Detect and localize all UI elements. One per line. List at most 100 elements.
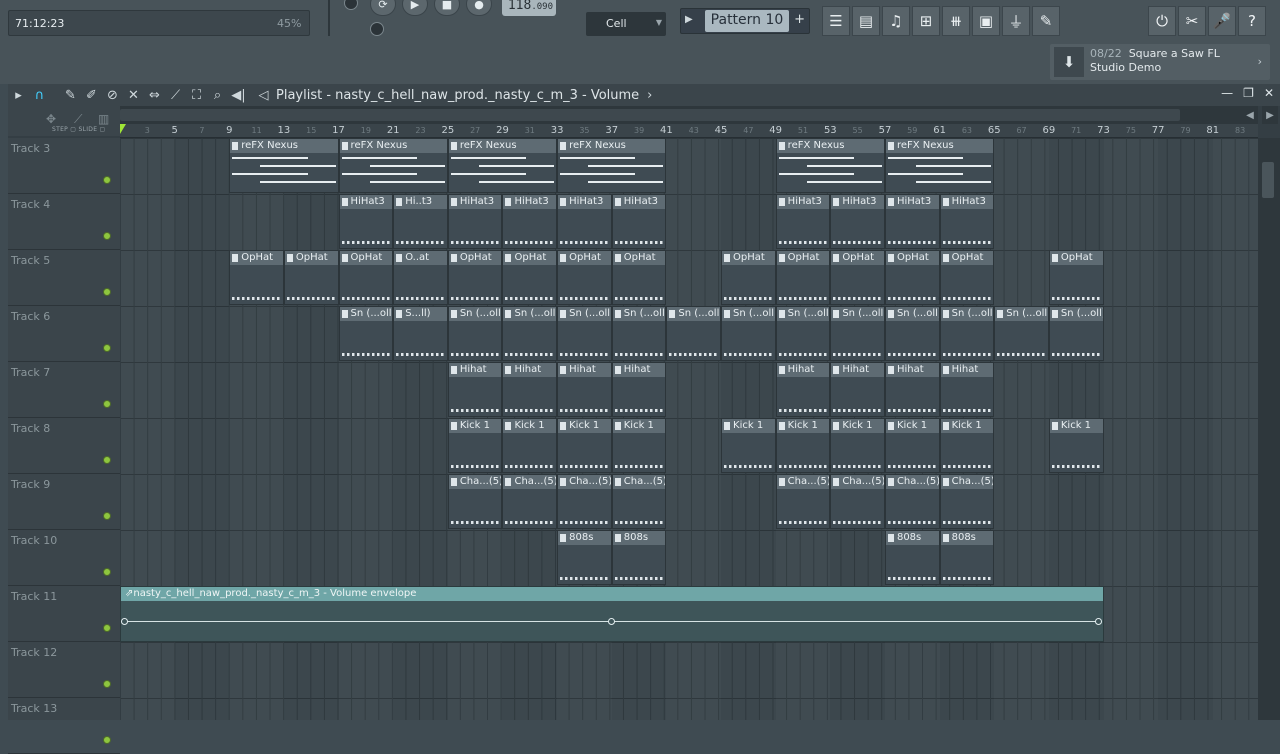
pattern-clip[interactable]: Sn (...oll) (338, 306, 394, 361)
scroll-left-icon[interactable]: ◀ (1242, 106, 1258, 124)
pencil-icon[interactable]: ✎ (60, 84, 81, 106)
pattern-clip[interactable]: reFX Nexus (338, 138, 448, 193)
pattern-clip[interactable]: OpHat (830, 250, 885, 305)
pattern-clip[interactable]: Sn (...oll) (666, 306, 722, 361)
pattern-clip[interactable]: Kick 1 (447, 418, 503, 473)
vscroll-thumb[interactable] (1262, 162, 1274, 198)
pattern-clip[interactable]: HiHat3 (830, 194, 885, 249)
track-header[interactable]: Track 13 (8, 698, 120, 754)
menu-item-patterns[interactable]: PATTERNS (117, 0, 172, 6)
automation-clip[interactable]: ⇗nasty_c_hell_naw_prod._nasty_c_m_3 - Vo… (120, 586, 1104, 642)
pattern-clip[interactable]: OpHat (939, 250, 995, 305)
arrow-left-icon[interactable]: ◁ (253, 84, 274, 106)
pattern-clip[interactable]: Hi..t3 (393, 194, 448, 249)
track-header[interactable]: Track 7 (8, 362, 120, 418)
minimize-icon[interactable]: — (1221, 86, 1233, 100)
tempo-display[interactable]: 118.090 (502, 0, 556, 16)
draw-icon[interactable]: ⟋ (74, 112, 82, 127)
pattern-clip[interactable]: Cha...(5) (557, 474, 612, 529)
chevron-right-icon[interactable]: › (1258, 55, 1262, 68)
track-mute-led[interactable] (103, 176, 111, 184)
pattern-clip[interactable]: O..at (393, 250, 448, 305)
pattern-clip[interactable]: Kick 1 (557, 418, 612, 473)
pattern-clip[interactable]: HiHat3 (502, 194, 558, 249)
track-header[interactable]: Track 3 (8, 138, 120, 194)
pattern-clip[interactable]: OpHat (1048, 250, 1104, 305)
pattern-clip[interactable]: Hihat (939, 362, 995, 417)
pattern-clip[interactable]: OpHat (502, 250, 558, 305)
track-header[interactable]: Track 11 (8, 586, 120, 642)
track-mute-led[interactable] (103, 736, 111, 744)
pattern-clip[interactable]: Cha...(5) (884, 474, 940, 529)
track-header[interactable]: Track 12 (8, 642, 120, 698)
browser-icon[interactable]: ⊞ (912, 6, 940, 36)
mute-icon[interactable]: ✕ (123, 84, 144, 106)
pattern-clip[interactable]: Hihat (611, 362, 667, 417)
pattern-clip[interactable]: Kick 1 (775, 418, 831, 473)
menu-item-add[interactable]: ADD (84, 0, 108, 6)
pattern-clip[interactable]: Cha...(5) (611, 474, 667, 529)
maximize-icon[interactable]: ❐ (1243, 86, 1254, 100)
pattern-clip[interactable]: HiHat3 (939, 194, 995, 249)
pattern-clip[interactable]: OpHat (283, 250, 339, 305)
channel-rack-icon[interactable]: ▤ (852, 6, 880, 36)
snap-select[interactable]: Cell ▼ (586, 12, 666, 36)
pattern-clip[interactable]: OpHat (611, 250, 667, 305)
zoom-icon[interactable]: ⌕ (207, 84, 228, 106)
track-mute-led[interactable] (103, 680, 111, 688)
slip-icon[interactable]: ⇔ (144, 84, 165, 106)
playlist-grid[interactable]: reFX Nexus reFX Nexus reFX Nexus reFX Nexus… (120, 138, 1258, 720)
plugin-icon[interactable]: ▣ (972, 6, 1000, 36)
pattern-clip[interactable]: S...ll) (393, 306, 448, 361)
mixer-icon[interactable]: ⧻ (942, 6, 970, 36)
pattern-clip[interactable]: Hihat (775, 362, 831, 417)
pattern-label[interactable]: Pattern 10 (705, 10, 789, 32)
horizontal-scrollbar[interactable] (120, 106, 1258, 124)
pattern-clip[interactable]: Sn (...oll) (502, 306, 558, 361)
automation-point[interactable] (1094, 618, 1102, 625)
track-mute-led[interactable] (103, 624, 111, 632)
pattern-selector[interactable]: ▶ Pattern 10 + (680, 8, 810, 34)
pattern-clip[interactable]: HiHat3 (557, 194, 612, 249)
master-pitch-knob[interactable] (370, 22, 384, 36)
pattern-clip[interactable]: Sn (...oll) (447, 306, 503, 361)
pattern-clip[interactable]: Sn (...oll) (611, 306, 667, 361)
refresh-icon[interactable]: ⏻ (1148, 6, 1176, 36)
pattern-clip[interactable]: 808s (557, 530, 612, 585)
play-button[interactable]: ▶ (402, 0, 428, 16)
pattern-clip[interactable]: OpHat (557, 250, 612, 305)
track-mute-led[interactable] (103, 344, 111, 352)
help-icon[interactable]: ? (1238, 6, 1266, 36)
brush-icon[interactable]: ✎ (1032, 6, 1060, 36)
pattern-clip[interactable]: Kick 1 (830, 418, 885, 473)
pattern-clip[interactable]: HiHat3 (447, 194, 503, 249)
pattern-clip[interactable]: Cha...(5) (939, 474, 995, 529)
slice-icon[interactable]: ⟋ (165, 84, 186, 106)
title-chevron-icon[interactable]: › (639, 84, 660, 106)
pattern-clip[interactable]: OpHat (229, 250, 284, 305)
pattern-clip[interactable]: OpHat (447, 250, 503, 305)
delete-icon[interactable]: ⊘ (102, 84, 123, 106)
move-icon[interactable]: ✥ (46, 112, 56, 126)
pattern-clip[interactable]: reFX Nexus (229, 138, 339, 193)
pattern-clip[interactable]: Sn (...oll) (557, 306, 612, 361)
track-header[interactable]: Track 8 (8, 418, 120, 474)
pattern-clip[interactable]: Cha...(5) (502, 474, 558, 529)
pattern-clip[interactable]: HiHat3 (611, 194, 667, 249)
plug-icon[interactable]: ⏚ (1002, 6, 1030, 36)
track-header[interactable]: Track 4 (8, 194, 120, 250)
pattern-clip[interactable]: 808s (939, 530, 995, 585)
loop-mode-icon[interactable]: ⟳ (370, 0, 396, 16)
pattern-clip[interactable]: reFX Nexus (447, 138, 558, 193)
download-icon[interactable]: ⬇ (1054, 47, 1084, 77)
track-mute-led[interactable] (103, 512, 111, 520)
scroll-right-icon[interactable]: ▶ (1262, 106, 1278, 124)
pattern-clip[interactable]: HiHat3 (884, 194, 940, 249)
track-mute-led[interactable] (103, 568, 111, 576)
paint-icon[interactable]: ✐ (81, 84, 102, 106)
playhead-marker[interactable] (120, 124, 126, 134)
menu-item-options[interactable]: OPTIONS (220, 0, 268, 6)
stop-button[interactable]: ■ (434, 0, 460, 16)
pattern-clip[interactable]: Sn (...oll) (994, 306, 1049, 361)
track-mute-led[interactable] (103, 288, 111, 296)
